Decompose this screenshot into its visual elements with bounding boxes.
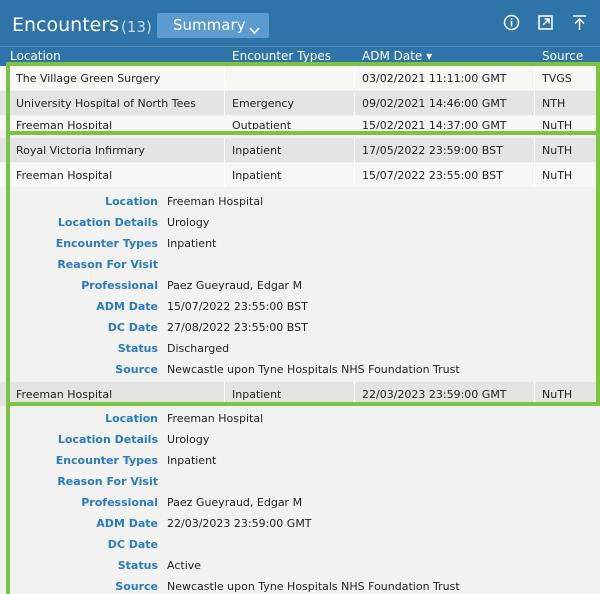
detail-value-location: Freeman Hospital xyxy=(167,412,264,425)
detail-label-location: Location xyxy=(105,412,158,425)
column-header-source[interactable]: Source xyxy=(542,49,583,63)
highlight-box-older xyxy=(6,62,600,138)
popout-icon[interactable] xyxy=(537,14,554,35)
detail-label-encounter-types: Encounter Types xyxy=(55,454,158,467)
detail-value-source: Newcastle upon Tyne Hospitals NHS Founda… xyxy=(167,580,460,593)
detail-value-location-details: Urology xyxy=(167,433,210,446)
detail-value-adm-date: 22/03/2023 23:59:00 GMT xyxy=(167,517,312,530)
highlight-box-selected xyxy=(6,131,600,406)
detail-label-source: Source xyxy=(115,580,158,593)
column-header-adm-date[interactable]: ADM Date ▾ xyxy=(362,49,432,63)
detail-label-reason: Reason For Visit xyxy=(57,475,158,488)
column-header-location[interactable]: Location xyxy=(10,49,61,63)
panel-title: Encounters xyxy=(12,14,120,36)
detail-label-professional: Professional xyxy=(81,496,158,509)
detail-value-professional: Paez Gueyraud, Edgar M xyxy=(167,496,303,509)
info-icon[interactable] xyxy=(503,14,520,35)
encounter-count: (13) xyxy=(121,18,152,36)
chevron-down-icon xyxy=(249,21,260,39)
view-select-dropdown[interactable]: Summary xyxy=(157,13,269,38)
detail-value-status: Active xyxy=(167,559,202,572)
collapse-top-icon[interactable] xyxy=(571,14,588,35)
panel-header: Encounters (13) Summary xyxy=(0,0,600,46)
view-select-label: Summary xyxy=(173,16,246,34)
highlight-edge-bottom xyxy=(6,400,14,594)
encounter-detail: Location Freeman Hospital Location Detai… xyxy=(0,406,600,594)
detail-label-location-details: Location Details xyxy=(57,433,158,446)
column-header-encounter-types[interactable]: Encounter Types xyxy=(232,49,331,63)
detail-label-adm-date: ADM Date xyxy=(96,517,158,530)
detail-value-encounter-types: Inpatient xyxy=(167,454,217,467)
detail-label-dc-date: DC Date xyxy=(107,538,158,551)
detail-label-status: Status xyxy=(117,559,158,572)
